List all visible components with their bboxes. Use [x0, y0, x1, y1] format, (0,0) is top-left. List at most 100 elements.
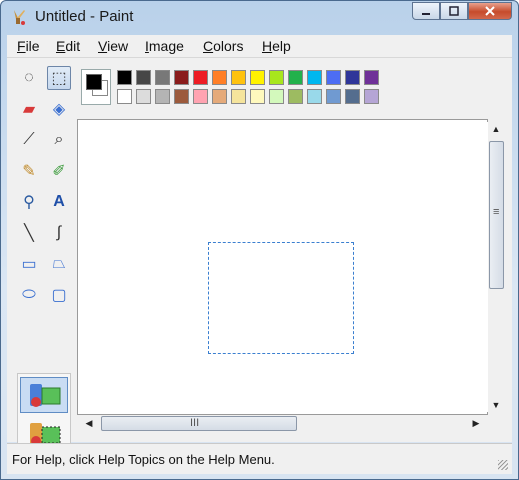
color-swatch[interactable]	[155, 89, 170, 104]
menu-file[interactable]: File	[17, 38, 40, 54]
line-icon: ╲	[24, 225, 34, 242]
menu-image[interactable]: Image	[145, 38, 184, 54]
color-swatch[interactable]	[212, 70, 227, 85]
close-icon	[485, 6, 495, 16]
color-swatch[interactable]	[345, 89, 360, 104]
color-picker-tool[interactable]: ⟋	[17, 128, 41, 152]
vertical-scroll-thumb[interactable]: ≡	[489, 141, 504, 289]
horizontal-scroll-thumb[interactable]: III	[101, 416, 297, 431]
magnifier-tool[interactable]: ⌕	[47, 128, 71, 152]
color-swatch[interactable]	[288, 89, 303, 104]
pencil-tool[interactable]: ✎	[17, 159, 41, 183]
color-swatch[interactable]	[250, 89, 265, 104]
color-swatch[interactable]	[193, 89, 208, 104]
ellipse-tool[interactable]: ⬭	[17, 283, 41, 307]
color-swatch[interactable]	[269, 89, 284, 104]
foreground-color[interactable]	[86, 74, 102, 90]
color-swatch[interactable]	[288, 70, 303, 85]
free-form-select-icon: ◌	[24, 69, 34, 86]
paint-window: Untitled - Paint File Edit View Image Colors…	[0, 0, 519, 480]
menu-accelerator: F	[17, 38, 26, 54]
color-swatch[interactable]	[174, 89, 189, 104]
rectangle-icon: ▭	[21, 256, 37, 273]
color-swatch[interactable]	[117, 70, 132, 85]
menu-label-rest: mage	[148, 38, 184, 54]
menu-label-rest: iew	[107, 38, 129, 54]
text-tool[interactable]: A	[47, 190, 71, 214]
free-form-select-tool[interactable]: ◌	[17, 66, 41, 90]
color-swatch[interactable]	[269, 70, 284, 85]
rounded-rectangle-tool[interactable]: ▢	[47, 283, 71, 307]
opaque-selection-option[interactable]	[20, 377, 68, 413]
status-help-text: For Help, click Help Topics on the Help …	[12, 452, 275, 467]
fill-bucket-icon: ◈	[52, 101, 66, 118]
menu-accelerator: H	[262, 38, 273, 54]
fill-bucket-tool[interactable]: ◈	[47, 97, 71, 121]
airbrush-icon: ⚲	[23, 194, 35, 211]
horizontal-scrollbar[interactable]: ◀ III ▶	[77, 415, 488, 432]
color-swatch[interactable]	[193, 70, 208, 85]
color-swatch[interactable]	[307, 89, 322, 104]
drawing-canvas[interactable]	[80, 122, 488, 412]
scroll-up-arrow-icon[interactable]: ▲	[488, 121, 504, 137]
selection-rectangle[interactable]	[208, 242, 354, 354]
color-swatch[interactable]	[231, 89, 246, 104]
menu-label-rest: dit	[65, 38, 81, 54]
menu-label-rest: ile	[25, 38, 40, 54]
polygon-tool[interactable]: ⏢	[47, 252, 71, 276]
text-icon: A	[53, 193, 65, 210]
color-swatch[interactable]	[307, 70, 322, 85]
minimize-icon	[422, 13, 430, 15]
select-icon: ⬚	[51, 70, 67, 87]
scroll-right-arrow-icon[interactable]: ▶	[468, 415, 484, 431]
menu-view[interactable]: View	[98, 38, 128, 54]
status-bar: For Help, click Help Topics on the Help …	[7, 443, 512, 474]
window-title: Untitled - Paint	[35, 8, 134, 25]
color-swatch[interactable]	[345, 70, 360, 85]
menu-label-rest: olors	[213, 38, 244, 54]
vertical-scrollbar[interactable]: ▲ ≡ ▼	[488, 119, 505, 415]
brush-icon: ✐	[52, 163, 66, 180]
curve-icon: ∫	[56, 224, 62, 241]
color-swatch[interactable]	[117, 89, 132, 104]
menu-accelerator: E	[56, 38, 66, 54]
toolbox: ◌ ⬚ ▰ ◈ ⟋ ⌕ ✎ ✐ ⚲ A ╲ ∫ ▭ ⏢ ⬭ ▢	[9, 63, 71, 455]
brush-tool[interactable]: ✐	[47, 159, 71, 183]
caption-buttons	[412, 2, 512, 20]
color-picker-icon: ⟋	[23, 131, 35, 148]
scroll-left-arrow-icon[interactable]: ◀	[81, 415, 97, 431]
minimize-button[interactable]	[412, 2, 440, 20]
color-swatch[interactable]	[136, 89, 151, 104]
color-swatch[interactable]	[136, 70, 151, 85]
rectangle-tool[interactable]: ▭	[17, 252, 41, 276]
color-swatch[interactable]	[231, 70, 246, 85]
menu-colors[interactable]: Colors	[203, 38, 243, 54]
menu-accelerator: C	[203, 38, 214, 54]
magnifier-icon: ⌕	[54, 131, 64, 148]
color-swatch[interactable]	[326, 89, 341, 104]
menu-help[interactable]: Help	[262, 38, 291, 54]
current-colors[interactable]	[81, 69, 111, 105]
color-swatch[interactable]	[174, 70, 189, 85]
color-swatch[interactable]	[155, 70, 170, 85]
eraser-tool[interactable]: ▰	[17, 97, 41, 121]
menu-accelerator: V	[98, 38, 108, 54]
line-tool[interactable]: ╲	[17, 221, 41, 245]
color-swatch[interactable]	[364, 89, 379, 104]
color-swatch[interactable]	[364, 70, 379, 85]
title-bar[interactable]: Untitled - Paint	[1, 1, 518, 35]
select-tool[interactable]: ⬚	[47, 66, 71, 90]
color-swatch[interactable]	[250, 70, 265, 85]
polygon-icon: ⏢	[52, 255, 66, 272]
color-swatch[interactable]	[326, 70, 341, 85]
color-swatch[interactable]	[212, 89, 227, 104]
scroll-down-arrow-icon[interactable]: ▼	[488, 397, 504, 413]
maximize-button[interactable]	[440, 2, 468, 20]
paint-app-icon	[14, 10, 25, 25]
menu-edit[interactable]: Edit	[56, 38, 80, 54]
airbrush-tool[interactable]: ⚲	[17, 190, 41, 214]
curve-tool[interactable]: ∫	[47, 221, 71, 245]
resize-grip-icon[interactable]	[498, 460, 508, 470]
close-button[interactable]	[468, 2, 512, 20]
eraser-icon: ▰	[22, 101, 36, 118]
